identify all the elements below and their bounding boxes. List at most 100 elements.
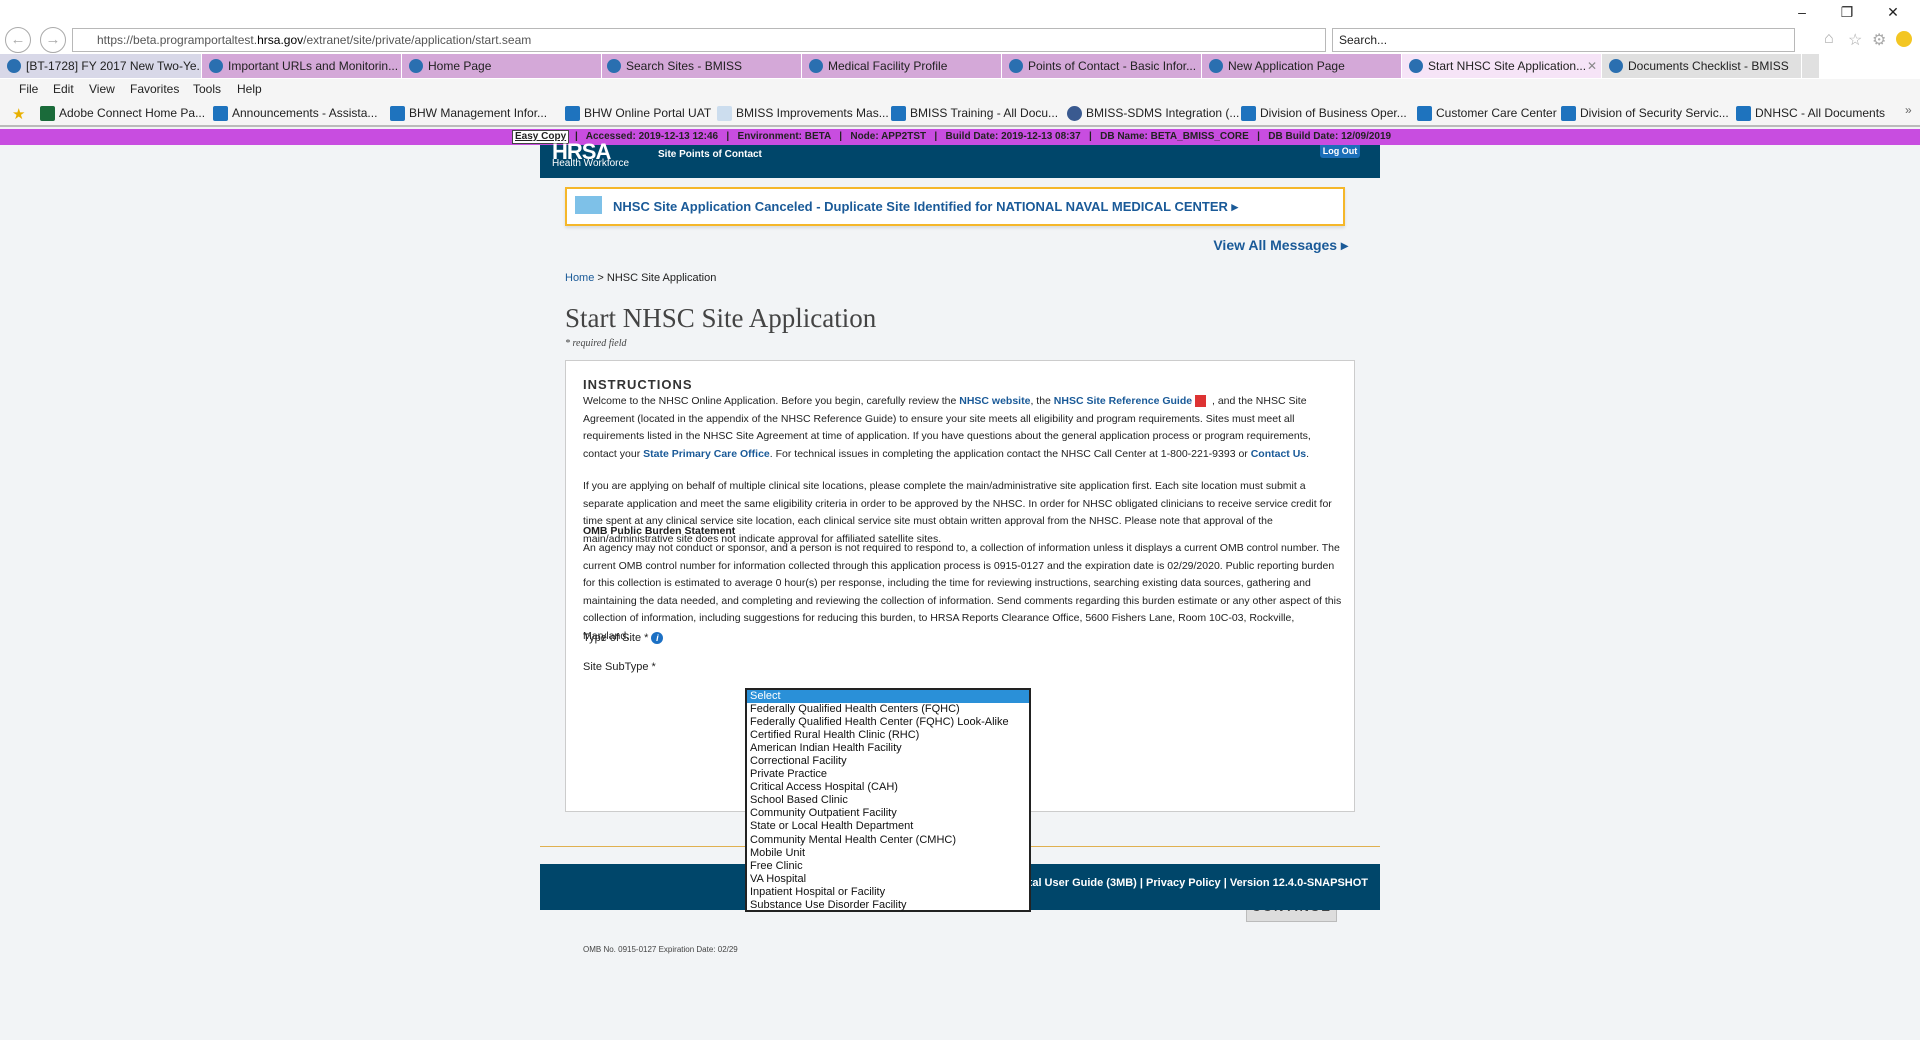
dropdown-option[interactable]: Substance Use Disorder Facility [747, 899, 1029, 912]
dropdown-option[interactable]: VA Hospital [747, 873, 1029, 886]
dropdown-option[interactable]: Federally Qualified Health Center (FQHC)… [747, 716, 1029, 729]
favorites-star-icon[interactable]: ☆ [1848, 30, 1862, 50]
dropdown-option[interactable]: Certified Rural Health Clinic (RHC) [747, 729, 1029, 742]
message-banner[interactable]: NHSC Site Application Canceled - Duplica… [565, 187, 1345, 226]
tab[interactable]: Documents Checklist - BMISS [1602, 54, 1802, 78]
menu-edit[interactable]: Edit [53, 82, 74, 96]
smiley-feedback-icon[interactable] [1896, 31, 1912, 47]
favorite-link[interactable]: Announcements - Assista... [213, 106, 377, 121]
site-icon [1409, 59, 1423, 73]
dropdown-option[interactable]: American Indian Health Facility [747, 742, 1029, 755]
favorite-link[interactable]: BMISS-SDMS Integration (... [1067, 106, 1239, 121]
dropdown-option[interactable]: Mobile Unit [747, 847, 1029, 860]
site-icon [607, 59, 621, 73]
required-note: * required field [565, 338, 627, 349]
info-icon[interactable]: i [651, 632, 664, 644]
tab[interactable]: [BT-1728] FY 2017 New Two-Ye... [0, 54, 202, 78]
environment-info: | Accessed: 2019-12-13 12:46 | Environme… [575, 131, 1392, 142]
browser-tabs: [BT-1728] FY 2017 New Two-Ye... Importan… [0, 54, 1920, 79]
dropdown-option[interactable]: Private Practice [747, 768, 1029, 781]
view-all-messages-link[interactable]: View All Messages ▸ [1213, 237, 1348, 254]
new-tab-button[interactable] [1802, 54, 1820, 78]
omb-heading: OMB Public Burden Statement [583, 525, 736, 537]
sharepoint-icon [1241, 106, 1256, 121]
dropdown-option[interactable]: Community Outpatient Facility [747, 807, 1029, 820]
environment-strip: Easy Copy | Accessed: 2019-12-13 12:46 |… [0, 129, 1920, 145]
dropdown-option[interactable]: School Based Clinic [747, 794, 1029, 807]
site-icon [1067, 106, 1082, 121]
dropdown-option[interactable]: Select [747, 690, 1029, 704]
favorites-star-icon[interactable]: ★ [12, 105, 25, 123]
page-title: Start NHSC Site Application [565, 303, 877, 333]
dropdown-option[interactable]: Community Mental Health Center (CMHC) [747, 834, 1029, 847]
favorite-link[interactable]: Customer Care Center [1417, 106, 1557, 121]
menu-help[interactable]: Help [237, 82, 262, 96]
close-tab-icon[interactable]: ✕ [1587, 54, 1597, 78]
instructions-heading: INSTRUCTIONS [583, 377, 693, 392]
sharepoint-icon [1736, 106, 1751, 121]
close-window-button[interactable]: ✕ [1878, 4, 1908, 21]
type-of-site-label: Type of Site * i [583, 632, 664, 644]
sharepoint-icon [1561, 106, 1576, 121]
favorite-link[interactable]: Adobe Connect Home Pa... [40, 106, 205, 121]
site-reference-guide-link[interactable]: NHSC Site Reference Guide [1054, 395, 1192, 407]
dropdown-option[interactable]: Correctional Facility [747, 755, 1029, 768]
favorite-link[interactable]: DNHSC - All Documents [1736, 106, 1885, 121]
dropdown-option[interactable]: Critical Access Hospital (CAH) [747, 781, 1029, 794]
menu-tools[interactable]: Tools [193, 82, 221, 96]
logout-button[interactable]: Log Out [1320, 145, 1360, 158]
pdf-icon [1195, 395, 1207, 408]
tab[interactable]: Points of Contact - Basic Infor... [1002, 54, 1202, 78]
omb-number: OMB No. 0915-0127 Expiration Date: 02/29 [583, 945, 738, 954]
ie-icon [409, 59, 423, 73]
address-bar[interactable]: https://beta.programportaltest.hrsa.gov/… [72, 28, 1326, 52]
breadcrumb: Home > NHSC Site Application [565, 272, 717, 284]
site-header: HRSA Health Workforce Site Points of Con… [540, 141, 1380, 178]
home-icon[interactable]: ⌂ [1824, 30, 1834, 48]
message-link[interactable]: NHSC Site Application Canceled - Duplica… [613, 199, 1238, 215]
site-icon [209, 59, 223, 73]
dropdown-option[interactable]: Federally Qualified Health Centers (FQHC… [747, 703, 1029, 716]
address-row: ← → https://beta.programportaltest.hrsa.… [0, 26, 1920, 54]
minimize-button[interactable]: – [1787, 4, 1817, 20]
contact-us-link[interactable]: Contact Us [1251, 448, 1306, 460]
favorite-link[interactable]: BHW Management Infor... [390, 106, 547, 121]
back-button[interactable]: ← [5, 27, 31, 53]
site-icon [565, 106, 580, 121]
dropdown-option[interactable]: Free Clinic [747, 860, 1029, 873]
restore-button[interactable]: ❐ [1832, 4, 1862, 21]
favorite-link[interactable]: BMISS Training - All Docu... [891, 106, 1058, 121]
favorites-bar: ★ Adobe Connect Home Pa... Announcements… [0, 101, 1920, 127]
breadcrumb-home[interactable]: Home [565, 272, 594, 284]
type-of-site-dropdown-list[interactable]: Select Federally Qualified Health Centers… [745, 688, 1031, 912]
menu-view[interactable]: View [89, 82, 115, 96]
nhsc-website-link[interactable]: NHSC website [959, 395, 1030, 407]
more-favorites-chevron-icon[interactable]: » [1905, 103, 1912, 117]
gear-icon[interactable]: ⚙ [1872, 30, 1886, 50]
tab[interactable]: Search Sites - BMISS [602, 54, 802, 78]
ie-icon [809, 59, 823, 73]
site-icon [7, 59, 21, 73]
footer-links[interactable]: Portal User Guide (3MB) | Privacy Policy… [1010, 877, 1368, 889]
state-primary-care-office-link[interactable]: State Primary Care Office [643, 448, 770, 460]
site-icon [1417, 106, 1432, 121]
favorite-link[interactable]: Division of Security Servic... [1561, 106, 1729, 121]
menu-favorites[interactable]: Favorites [130, 82, 179, 96]
tab-active[interactable]: Start NHSC Site Application... ✕ [1402, 54, 1602, 78]
tab[interactable]: New Application Page [1202, 54, 1402, 78]
menu-file[interactable]: File [19, 82, 38, 96]
favorite-link[interactable]: BMISS Improvements Mas... [717, 106, 889, 121]
dropdown-option[interactable]: State or Local Health Department [747, 820, 1029, 833]
search-input[interactable]: Search... [1332, 28, 1795, 52]
sharepoint-icon [891, 106, 906, 121]
ie-page-icon [717, 106, 732, 121]
favorite-link[interactable]: Division of Business Oper... [1241, 106, 1407, 121]
dropdown-option[interactable]: Inpatient Hospital or Facility [747, 886, 1029, 899]
tab[interactable]: Home Page [402, 54, 602, 78]
sharepoint-icon [213, 106, 228, 121]
omb-statement: An agency may not conduct or sponsor, an… [583, 542, 1342, 642]
tab[interactable]: Important URLs and Monitorin... [202, 54, 402, 78]
forward-button[interactable]: → [40, 27, 66, 53]
favorite-link[interactable]: BHW Online Portal UAT [565, 106, 711, 121]
tab[interactable]: Medical Facility Profile [802, 54, 1002, 78]
